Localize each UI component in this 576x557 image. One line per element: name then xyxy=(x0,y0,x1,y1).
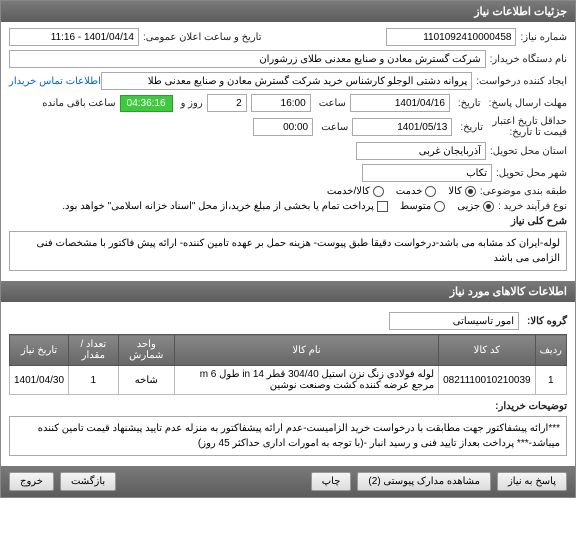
section-header-goods: اطلاعات کالاهای مورد نیاز xyxy=(1,281,575,302)
need-number-label: شماره نیاز: xyxy=(516,32,567,43)
footer-toolbar: پاسخ به نیاز مشاهده مدارک پیوستی (2) چاپ… xyxy=(1,466,575,497)
response-deadline-label: مهلت ارسال پاسخ: xyxy=(485,98,567,109)
radio-icon xyxy=(425,186,436,197)
cell-code: 0821110010210039 xyxy=(439,366,536,395)
summary-text: لوله-ایران کد مشابه می باشد-درخواست دقیق… xyxy=(9,231,567,271)
validity-label: حداقل تاریخ اعتبار قیمت تا تاریخ: xyxy=(487,116,567,138)
reply-button[interactable]: پاسخ به نیاز xyxy=(497,472,567,491)
deadline-date-field: 1401/04/16 xyxy=(350,94,450,112)
table-row: 1 0821110010210039 لوله فولادی زنگ نزن ا… xyxy=(10,366,567,395)
date-label-2: تاریخ: xyxy=(456,122,483,133)
province-label: استان محل تحویل: xyxy=(486,146,567,157)
cell-date: 1401/04/30 xyxy=(10,366,69,395)
th-qty: تعداد / مقدار xyxy=(69,335,118,366)
category-label: طبقه بندی موضوعی: xyxy=(476,186,567,197)
cell-idx: 1 xyxy=(535,366,566,395)
th-row: ردیف xyxy=(535,335,566,366)
contact-link[interactable]: اطلاعات تماس خریدار xyxy=(9,76,101,87)
cell-unit: شاخه xyxy=(118,366,174,395)
province-field: آذربایجان غربی xyxy=(356,142,486,160)
radio-medium[interactable]: متوسط xyxy=(400,201,445,212)
remaining-time-badge: 04:36:16 xyxy=(120,95,173,112)
date-label-1: تاریخ: xyxy=(454,98,481,109)
radio-icon xyxy=(483,201,494,212)
attachments-button[interactable]: مشاهده مدارک پیوستی (2) xyxy=(357,472,491,491)
cell-name: لوله فولادی زنگ نزن استیل 304/40 قطر in … xyxy=(174,366,438,395)
radio-service[interactable]: خدمت xyxy=(396,186,437,197)
buyer-org-label: نام دستگاه خریدار: xyxy=(486,54,567,65)
radio-partial[interactable]: جزیی xyxy=(457,201,494,212)
th-date: تاریخ نیاز xyxy=(10,335,69,366)
days-count-field: 2 xyxy=(207,94,247,112)
exit-button[interactable]: خروج xyxy=(9,472,54,491)
time-label-2: ساعت xyxy=(317,122,348,133)
announce-field: 1401/04/14 - 11:16 xyxy=(9,28,139,46)
validity-time-field: 00:00 xyxy=(253,118,313,136)
radio-goods[interactable]: کالا xyxy=(448,186,476,197)
group-label: گروه کالا: xyxy=(523,316,567,327)
th-name: نام کالا xyxy=(174,335,438,366)
group-field: امور تاسیساتی xyxy=(389,312,519,330)
checkbox-treasury[interactable]: پرداخت تمام یا بخشی از مبلغ خرید،از محل … xyxy=(62,201,388,212)
th-unit: واحد شمارش xyxy=(118,335,174,366)
print-button[interactable]: چاپ xyxy=(311,472,352,491)
checkbox-icon xyxy=(377,201,388,212)
city-label: شهر محل تحویل: xyxy=(492,168,567,179)
summary-label: شرح کلی نیاز xyxy=(507,216,567,227)
radio-icon xyxy=(373,186,384,197)
requester-field: پروانه دشتی الوجلو کارشناس خرید شرکت گست… xyxy=(101,72,472,90)
deadline-time-field: 16:00 xyxy=(251,94,311,112)
validity-date-field: 1401/05/13 xyxy=(352,118,452,136)
city-field: تکاب xyxy=(362,164,492,182)
time-label-1: ساعت xyxy=(315,98,346,109)
days-suffix: روز و xyxy=(177,98,203,109)
need-number-field: 1101092410000458 xyxy=(386,28,516,46)
radio-goods-service[interactable]: کالا/خدمت xyxy=(327,186,384,197)
buyer-notes-text: ***ارائه پیشفاکتور جهت مطابقت با درخواست… xyxy=(9,416,567,456)
process-label: نوع فرآیند خرید : xyxy=(494,201,567,212)
radio-icon xyxy=(465,186,476,197)
th-code: کد کالا xyxy=(439,335,536,366)
cell-qty: 1 xyxy=(69,366,118,395)
requester-label: ایجاد کننده درخواست: xyxy=(472,76,567,87)
remaining-suffix: ساعت باقی مانده xyxy=(38,98,115,109)
goods-table: ردیف کد کالا نام کالا واحد شمارش تعداد /… xyxy=(9,334,567,395)
radio-icon xyxy=(434,201,445,212)
section-header-info: جزئیات اطلاعات نیاز xyxy=(1,1,575,22)
back-button[interactable]: بازگشت xyxy=(60,472,116,491)
buyer-org-field: شرکت گسترش معادن و صنایع معدنی طلای زرشو… xyxy=(9,50,486,68)
buyer-notes-label: توضیحات خریدار: xyxy=(491,401,567,412)
announce-label: تاریخ و ساعت اعلان عمومی: xyxy=(139,32,262,43)
